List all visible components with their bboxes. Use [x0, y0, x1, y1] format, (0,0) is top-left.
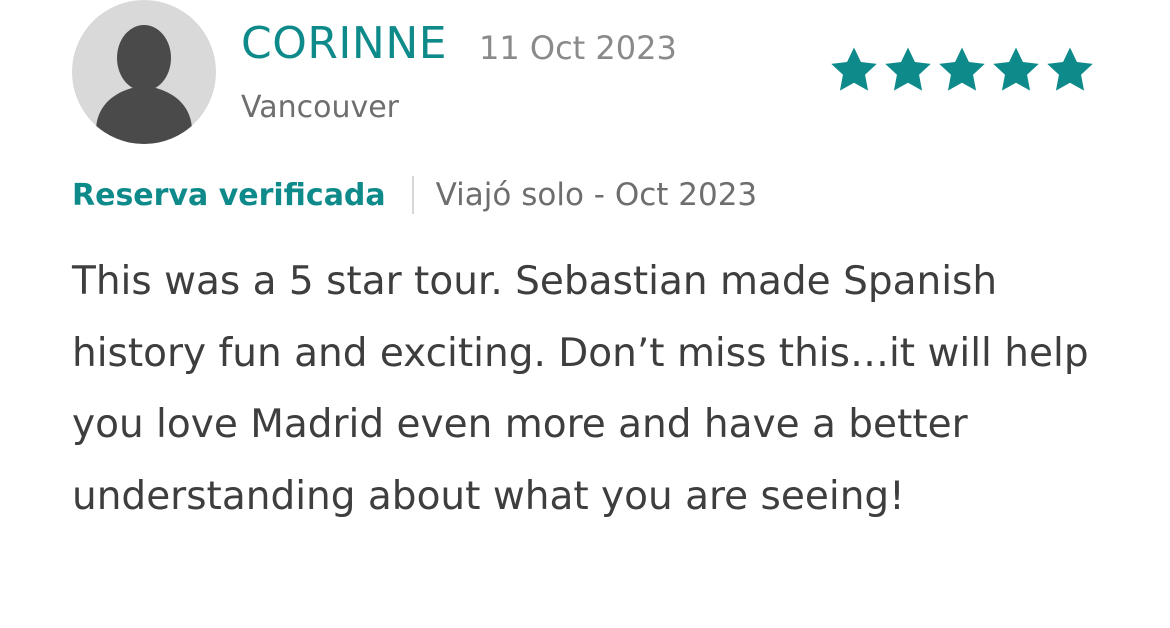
star-icon — [1047, 47, 1093, 91]
review-text: This was a 5 star tour. Sebastian made S… — [72, 259, 1089, 519]
star-icon — [939, 47, 985, 91]
review-date: 11 Oct 2023 — [479, 29, 677, 67]
review-meta: Reserva verificada Viajó solo - Oct 2023 — [72, 172, 757, 218]
user-silhouette-icon — [96, 25, 192, 144]
reviewer-name: CORINNE — [241, 18, 448, 69]
star-icon — [885, 47, 931, 91]
reviewer-location: Vancouver — [241, 90, 399, 125]
verified-booking-badge: Reserva verificada — [72, 177, 386, 213]
star-icon — [831, 47, 877, 91]
trip-info: Viajó solo - Oct 2023 — [435, 177, 758, 213]
meta-divider — [411, 176, 414, 214]
star-rating — [828, 44, 1096, 100]
star-icon — [993, 47, 1039, 91]
review-card: CORINNE 11 Oct 2023 Vancouver Reserva ve… — [0, 0, 1170, 628]
reviewer-avatar — [72, 0, 216, 144]
